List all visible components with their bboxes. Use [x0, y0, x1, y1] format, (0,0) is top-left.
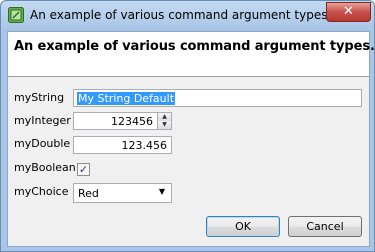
checkmark-icon: ✓ — [78, 163, 89, 176]
mydouble-label: myDouble — [14, 137, 71, 150]
myinteger-spinbox[interactable]: 123456 ▲ ▼ — [73, 112, 172, 130]
dialog-window: An example of various command argument t… — [0, 0, 375, 252]
close-button[interactable]: ✕ — [326, 2, 371, 22]
mychoice-value: Red — [78, 187, 99, 200]
myboolean-label: myBoolean — [14, 161, 76, 174]
spin-up-button[interactable]: ▲ — [157, 113, 171, 121]
dropdown-arrow-icon: ▼ — [158, 187, 165, 196]
myboolean-checkbox[interactable]: ✓ — [77, 163, 90, 176]
mydouble-input[interactable]: 123.456 — [73, 136, 172, 154]
title-bar[interactable]: An example of various command argument t… — [1, 1, 374, 31]
myinteger-label: myInteger — [14, 114, 71, 127]
dialog-header: An example of various command argument t… — [8, 32, 375, 77]
mychoice-dropdown[interactable]: Red ▼ — [73, 183, 172, 203]
mystring-input[interactable]: My String Default — [73, 89, 362, 107]
dialog-client-area: An example of various command argument t… — [7, 31, 375, 247]
myinteger-value: 123456 — [111, 115, 153, 128]
mychoice-label: myChoice — [14, 185, 69, 198]
mystring-value: My String Default — [77, 92, 176, 105]
ok-button[interactable]: OK — [206, 216, 280, 237]
app-icon — [8, 7, 24, 23]
spin-down-button[interactable]: ▼ — [157, 121, 171, 129]
chevron-up-icon: ▲ — [162, 113, 167, 120]
chevron-down-icon: ▼ — [162, 121, 167, 128]
window-title: An example of various command argument t… — [30, 8, 332, 22]
cancel-button[interactable]: Cancel — [288, 216, 362, 237]
mydouble-value: 123.456 — [121, 139, 168, 152]
close-icon: ✕ — [343, 4, 354, 19]
mystring-label: myString — [14, 91, 65, 104]
header-text: An example of various command argument t… — [14, 39, 375, 54]
